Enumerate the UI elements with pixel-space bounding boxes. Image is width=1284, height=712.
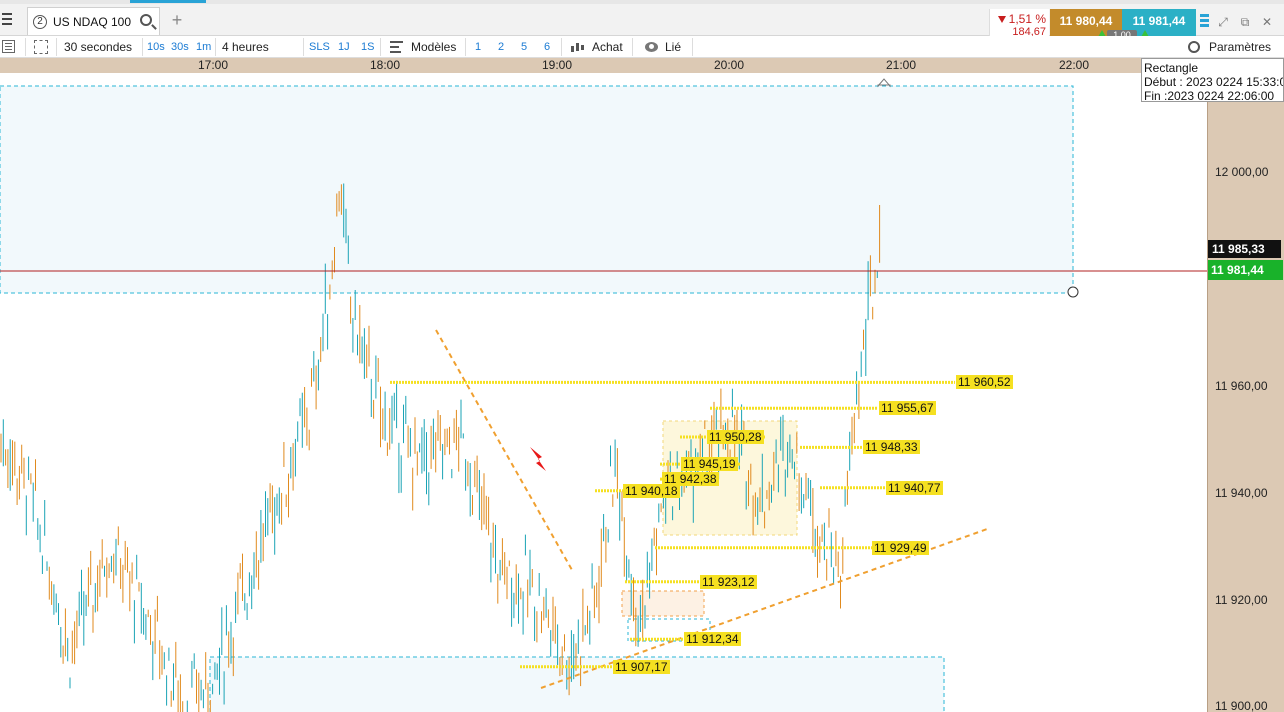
- template-1[interactable]: 1: [475, 36, 481, 58]
- templates-icon: [390, 41, 403, 53]
- add-tab-button[interactable]: +: [168, 10, 186, 30]
- last-price-marker: 11 985,33: [1208, 240, 1281, 258]
- period-sls[interactable]: SLS: [309, 36, 330, 58]
- instrument-badge: 2: [33, 14, 47, 29]
- time-label: 20:00: [713, 58, 745, 72]
- chart-toolbar: 30 secondes 10s 30s 1m 4 heures SLS 1J 1…: [0, 36, 1284, 58]
- level-label[interactable]: 11 955,67: [879, 401, 936, 415]
- buy-button[interactable]: Achat: [592, 36, 623, 58]
- price-tick: 11 940,00: [1215, 486, 1268, 500]
- current-price-marker: 11 981,44: [1208, 260, 1283, 280]
- interval-1m[interactable]: 1m: [196, 36, 211, 58]
- down-arrow-icon: [997, 16, 1006, 23]
- settings-button[interactable]: Paramètres: [1209, 36, 1271, 58]
- price-tick: 11 900,00: [1215, 699, 1268, 712]
- period-1j[interactable]: 1J: [338, 36, 350, 58]
- stream-icon[interactable]: [1200, 14, 1209, 30]
- annotation-arrow: [530, 447, 546, 471]
- time-label: 22:00: [1058, 58, 1090, 72]
- time-axis: 17:00 18:00 19:00 20:00 21:00 22:00: [0, 58, 1207, 73]
- level-label[interactable]: 11 940,77: [886, 481, 943, 495]
- level-label[interactable]: 11 912,34: [684, 632, 741, 646]
- interval-30s[interactable]: 30s: [171, 36, 189, 58]
- tooltip-type: Rectangle: [1144, 61, 1199, 75]
- tooltip-start: Début : 2023 0224 15:33:00: [1144, 75, 1284, 89]
- title-bar: 2 US NDAQ 100 + 1,51 % 184,67 11 980,44 …: [0, 4, 1284, 41]
- level-label[interactable]: 11 929,49: [872, 541, 929, 555]
- level-label[interactable]: 11 960,52: [956, 375, 1013, 389]
- instrument-tab[interactable]: 2 US NDAQ 100: [27, 7, 160, 35]
- price-tick: 12 000,00: [1215, 165, 1269, 179]
- time-label: 17:00: [197, 58, 229, 72]
- rectangle-handle: [1067, 286, 1079, 298]
- layout-icon[interactable]: [34, 40, 48, 54]
- drawing-tooltip: Rectangle Début : 2023 0224 15:33:00 Fin…: [1141, 58, 1284, 102]
- candles-icon: [571, 43, 584, 52]
- price-axis[interactable]: 12 000,00 11 960,00 11 940,00 11 920,00 …: [1207, 73, 1284, 712]
- level-label[interactable]: 11 945,19: [681, 457, 738, 471]
- trading-chart-window: 2 US NDAQ 100 + 1,51 % 184,67 11 980,44 …: [0, 0, 1284, 712]
- active-tab-indicator[interactable]: [130, 0, 206, 3]
- menu-icon[interactable]: [2, 13, 14, 27]
- level-label[interactable]: 11 923,12: [700, 575, 757, 589]
- instrument-name: US NDAQ 100: [53, 14, 132, 29]
- rectangle-drawing: [0, 85, 1074, 294]
- period-1s[interactable]: 1S: [361, 36, 374, 58]
- close-icon[interactable]: ✕: [1261, 16, 1273, 28]
- expand-icon[interactable]: ⤢: [1217, 16, 1229, 28]
- level-label[interactable]: 11 950,28: [707, 430, 764, 444]
- template-2[interactable]: 2: [498, 36, 504, 58]
- templates-button[interactable]: Modèles: [411, 36, 456, 58]
- gear-icon[interactable]: [1188, 41, 1200, 53]
- price-chart[interactable]: [0, 73, 1207, 712]
- popout-icon[interactable]: ⧉: [1239, 16, 1251, 28]
- price-tick: 11 920,00: [1215, 593, 1268, 607]
- list-icon[interactable]: [2, 40, 15, 53]
- interval-10s[interactable]: 10s: [147, 36, 165, 58]
- rectangle-drawing: [209, 656, 945, 712]
- rectangle-drawing: [621, 590, 705, 617]
- time-label: 21:00: [885, 58, 917, 72]
- daily-change: 1,51 % 184,67: [989, 9, 1049, 39]
- time-label: 19:00: [541, 58, 573, 72]
- time-marker: [877, 78, 891, 88]
- link-icon: [645, 42, 658, 52]
- level-label[interactable]: 11 948,33: [863, 440, 920, 454]
- change-percent: 1,51 %: [1008, 12, 1046, 26]
- period-select[interactable]: 4 heures: [222, 36, 269, 58]
- search-icon[interactable]: [140, 14, 152, 26]
- template-6[interactable]: 6: [544, 36, 550, 58]
- linked-button[interactable]: Lié: [665, 36, 681, 58]
- level-label[interactable]: 11 907,17: [613, 660, 670, 674]
- interval-select[interactable]: 30 secondes: [64, 36, 132, 58]
- chart-area[interactable]: 11 960,52 11 955,67 11 950,28 11 948,33 11 9…: [0, 73, 1207, 712]
- template-5[interactable]: 5: [521, 36, 527, 58]
- level-label[interactable]: 11 940,18: [623, 484, 680, 498]
- tooltip-end: Fin :2023 0224 22:06:00: [1144, 89, 1275, 102]
- time-label: 18:00: [369, 58, 401, 72]
- price-tick: 11 960,00: [1215, 379, 1268, 393]
